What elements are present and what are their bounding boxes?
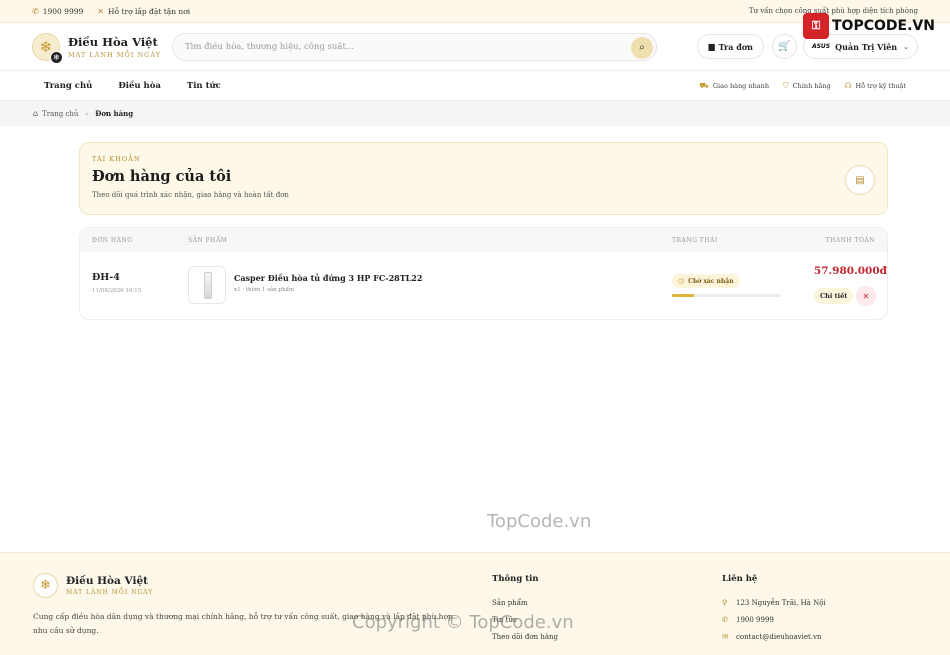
cancel-order-button[interactable]: ✕: [856, 286, 876, 306]
email-text: contact@dieuhoaviet.vn: [736, 632, 822, 641]
footer-info-title: Thông tin: [492, 574, 539, 584]
product-thumbnail[interactable]: [188, 266, 226, 304]
air-conditioner-image: [204, 272, 212, 299]
headset-icon: ☊: [844, 81, 852, 90]
order-progress-bar: [672, 294, 781, 297]
order-detail-button[interactable]: Chi tiết: [814, 288, 854, 304]
status-label: Chờ xác nhận: [688, 277, 734, 285]
footer-info-column: Thông tin Sản phẩm Tin tức Theo dõi đơn …: [492, 574, 558, 645]
phone-icon: ✆: [32, 6, 39, 16]
feature-label: Giao hàng nhanh: [712, 81, 770, 90]
feature-fast-delivery: ⛟ Giao hàng nhanh: [699, 81, 769, 91]
feature-label: Chính hãng: [792, 81, 831, 90]
footer-email[interactable]: ✉ contact@dieuhoaviet.vn: [722, 628, 826, 645]
user-avatar-logo: ASUS: [811, 43, 831, 50]
snowflake-mini-icon: ❄: [50, 50, 63, 64]
column-header-payment: THANH TOÁN: [825, 236, 875, 244]
product-quantity: x1 · thêm 1 sản phẩm: [234, 287, 295, 293]
home-icon: ⌂: [33, 109, 39, 118]
footer-phone[interactable]: ✆ 1900 9999: [722, 611, 826, 628]
phone-icon: ✆: [722, 615, 729, 624]
nav-item-news[interactable]: Tin tức: [187, 81, 221, 91]
close-icon: ✕: [862, 291, 870, 301]
tools-icon: ✕: [97, 6, 104, 16]
footer-contact-column: Liên hệ ⚲ 123 Nguyễn Trãi, Hà Nội ✆ 1900 9…: [722, 574, 826, 645]
brand-tagline: MÁT LÀNH MỖI NGÀY: [68, 50, 162, 59]
footer-brand-tagline: MÁT LÀNH MỖI NGÀY: [66, 589, 154, 596]
feature-genuine: ⛉ Chính hãng: [783, 81, 831, 91]
mail-icon: ✉: [722, 632, 729, 641]
column-header-status: TRẠNG THÁI: [672, 236, 718, 244]
feature-list: ⛟ Giao hàng nhanh ⛉ Chính hãng ☊ Hỗ trợ kỹ …: [685, 81, 906, 91]
cart-icon: 🛒: [778, 41, 791, 52]
breadcrumb: ⌂ Trang chủ › Đơn hàng: [0, 101, 950, 126]
chevron-down-icon: ⌄: [903, 42, 909, 51]
account-label: TÀI KHOẢN: [92, 155, 141, 163]
track-order-button[interactable]: ▆ Tra đơn: [697, 34, 764, 59]
orders-table: ĐƠN HÀNG SẢN PHẨM TRẠNG THÁI THANH TOÁN …: [79, 227, 888, 320]
feature-label: Hỗ trợ kỹ thuật: [855, 81, 906, 90]
phone-text: 1900 9999: [736, 615, 774, 624]
search-button[interactable]: ⌕: [631, 36, 653, 59]
user-name: Quản Trị Viên: [835, 41, 898, 52]
topcode-corner-text: TOPCODE.VN: [832, 18, 935, 34]
snowflake-icon: ❄: [33, 573, 58, 598]
order-id[interactable]: ĐH-4: [92, 272, 120, 283]
footer-contact-title: Liên hệ: [722, 574, 758, 584]
product-name[interactable]: Casper Điều hòa tủ đứng 3 HP FC-28TL22: [234, 273, 422, 283]
chevron-right-icon: ›: [85, 109, 89, 118]
topcode-watermark-logo: ⚿ TOPCODE.VN: [803, 13, 935, 39]
clock-icon: ◷: [678, 277, 685, 285]
nav-item-air-conditioners[interactable]: Điều hòa: [118, 81, 161, 91]
clipboard-icon: ▆: [708, 42, 715, 51]
track-order-label: Tra đơn: [718, 41, 753, 52]
truck-icon: ⛟: [699, 80, 709, 90]
breadcrumb-home[interactable]: Trang chủ: [42, 110, 78, 118]
snowflake-icon: ❄ ❄: [32, 32, 63, 64]
table-header: ĐƠN HÀNG SẢN PHẨM TRẠNG THÁI THANH TOÁN: [80, 228, 887, 252]
install-text: Hỗ trợ lắp đặt tận nơi: [107, 6, 191, 16]
footer-logo[interactable]: ❄ Điều Hòa Việt MÁT LÀNH MỖI NGÀY: [33, 573, 153, 598]
order-date: 11/08/2026 16:15: [92, 288, 142, 294]
footer-brand-name: Điều Hòa Việt: [66, 575, 149, 587]
breadcrumb-current: Đơn hàng: [95, 109, 134, 118]
hotline[interactable]: ✆ 1900 9999: [32, 7, 83, 16]
topcode-watermark: TopCode.vn: [487, 511, 592, 532]
hotline-text: 1900 9999: [42, 6, 84, 16]
page-subtitle: Theo dõi quá trình xác nhận, giao hàng v…: [92, 191, 289, 199]
feature-tech-support: ☊ Hỗ trợ kỹ thuật: [845, 81, 906, 90]
copyright-watermark: Copyright © TopCode.vn: [352, 612, 574, 633]
search-icon: ⌕: [639, 42, 645, 53]
cart-button[interactable]: 🛒: [771, 34, 797, 59]
topcode-shield-icon: ⚿: [803, 13, 829, 39]
column-header-product: SẢN PHẨM: [188, 236, 228, 244]
brand-name: Điều Hòa Việt: [68, 34, 158, 49]
address-text: 123 Nguyễn Trãi, Hà Nội: [736, 598, 826, 607]
brand-logo[interactable]: ❄ ❄ Điều Hòa Việt MÁT LÀNH MỖI NGÀY: [32, 32, 172, 64]
nav-item-home[interactable]: Trang chủ: [44, 81, 92, 91]
search-box: ⌕: [172, 32, 657, 61]
table-row: ĐH-4 11/08/2026 16:15 Casper Điều hòa tủ…: [80, 252, 887, 319]
shield-icon: ⛉: [783, 80, 789, 90]
page-title: Đơn hàng của tôi: [92, 168, 232, 185]
status-badge: ◷ Chờ xác nhận: [672, 274, 740, 288]
search-input[interactable]: [185, 41, 605, 52]
footer: ❄ Điều Hòa Việt MÁT LÀNH MỖI NGÀY Cung c…: [0, 552, 950, 655]
order-total: 57.980.000đ: [813, 265, 887, 277]
footer-link-products[interactable]: Sản phẩm: [492, 594, 558, 611]
order-progress-fill: [672, 294, 694, 297]
install-support: ✕ Hỗ trợ lắp đặt tận nơi: [97, 7, 190, 16]
main-nav: Trang chủ Điều hòa Tin tức ⛟ Giao hàng nh…: [0, 71, 950, 101]
receipt-icon: ▤: [845, 165, 875, 195]
footer-address: ⚲ 123 Nguyễn Trãi, Hà Nội: [722, 594, 826, 611]
account-header-card: TÀI KHOẢN Đơn hàng của tôi Theo dõi quá …: [79, 142, 888, 215]
column-header-order: ĐƠN HÀNG: [92, 236, 133, 244]
map-pin-icon: ⚲: [722, 598, 728, 607]
